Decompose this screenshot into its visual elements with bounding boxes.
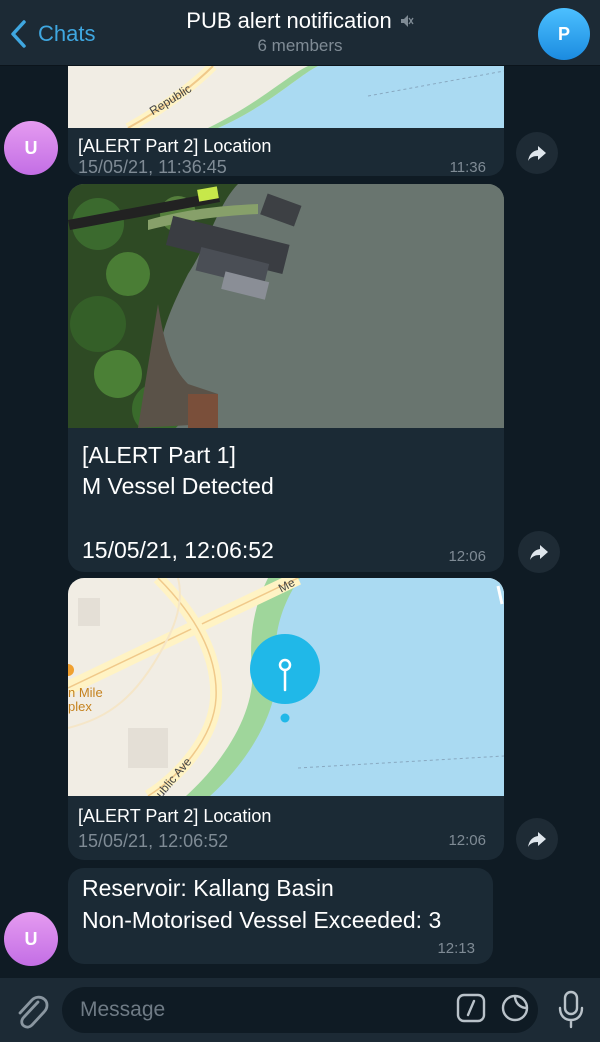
group-avatar-letter: P [557, 23, 570, 44]
message-list[interactable]: Republic [ALERT Part 2] Location 15/05/2… [0, 66, 600, 978]
share-arrow-icon [528, 832, 546, 847]
map-thumbnail[interactable]: Republic [68, 66, 504, 128]
microphone-icon[interactable] [556, 989, 586, 1029]
forward-button[interactable] [516, 818, 558, 860]
map-place-label: n Mile [68, 685, 103, 700]
sticker-icon[interactable] [500, 993, 530, 1023]
alert-line-2: M Vessel Detected [82, 473, 274, 499]
message-time: 12:13 [437, 940, 475, 957]
map-place-label: plex [68, 699, 92, 714]
text-message[interactable]: Reservoir: Kallang Basin Non-Motorised V… [68, 868, 493, 964]
location-timestamp: 15/05/21, 11:36:45 [78, 157, 227, 176]
share-arrow-icon [530, 545, 548, 560]
group-avatar[interactable]: P [538, 8, 590, 60]
chat-title-area[interactable]: PUB alert notification 6 members [0, 8, 600, 56]
message-time: 12:06 [448, 832, 486, 849]
alert-timestamp: 15/05/21, 12:06:52 [82, 537, 274, 563]
message-placeholder: Message [80, 998, 166, 1021]
member-count: 6 members [257, 36, 343, 55]
slash-command-icon[interactable] [456, 993, 486, 1023]
forward-button[interactable] [516, 132, 558, 174]
sender-avatar[interactable]: U [4, 912, 58, 966]
paperclip-icon[interactable] [12, 990, 50, 1030]
sender-avatar[interactable]: U [4, 121, 58, 175]
alert-line-1: [ALERT Part 1] [82, 442, 236, 468]
message-time: 11:36 [449, 159, 486, 176]
photo-message[interactable]: [ALERT Part 1] M Vessel Detected 15/05/2… [68, 184, 504, 572]
chat-header: Chats PUB alert notification 6 members P [0, 0, 600, 66]
mute-icon [400, 15, 414, 27]
map-thumbnail[interactable]: n Mile plex ublic Ave Me [68, 578, 504, 796]
share-arrow-icon [528, 146, 546, 161]
vessel-count-line: Non-Motorised Vessel Exceeded: 3 [82, 907, 442, 933]
location-message[interactable]: n Mile plex ublic Ave Me [ALERT Part 2] … [68, 578, 504, 860]
chat-title: PUB alert notification [186, 8, 414, 34]
location-title: [ALERT Part 2] Location [78, 806, 272, 826]
sender-avatar-letter: U [24, 928, 38, 949]
location-timestamp: 15/05/21, 12:06:52 [78, 831, 229, 851]
drone-photo[interactable] [68, 184, 504, 428]
message-time: 12:06 [448, 548, 486, 565]
location-message[interactable]: Republic [ALERT Part 2] Location 15/05/2… [68, 66, 504, 176]
reservoir-line: Reservoir: Kallang Basin [82, 875, 334, 901]
chat-title-text: PUB alert notification [186, 8, 392, 33]
sender-avatar-letter: U [24, 137, 38, 158]
forward-button[interactable] [518, 531, 560, 573]
location-title: [ALERT Part 2] Location [78, 136, 272, 156]
